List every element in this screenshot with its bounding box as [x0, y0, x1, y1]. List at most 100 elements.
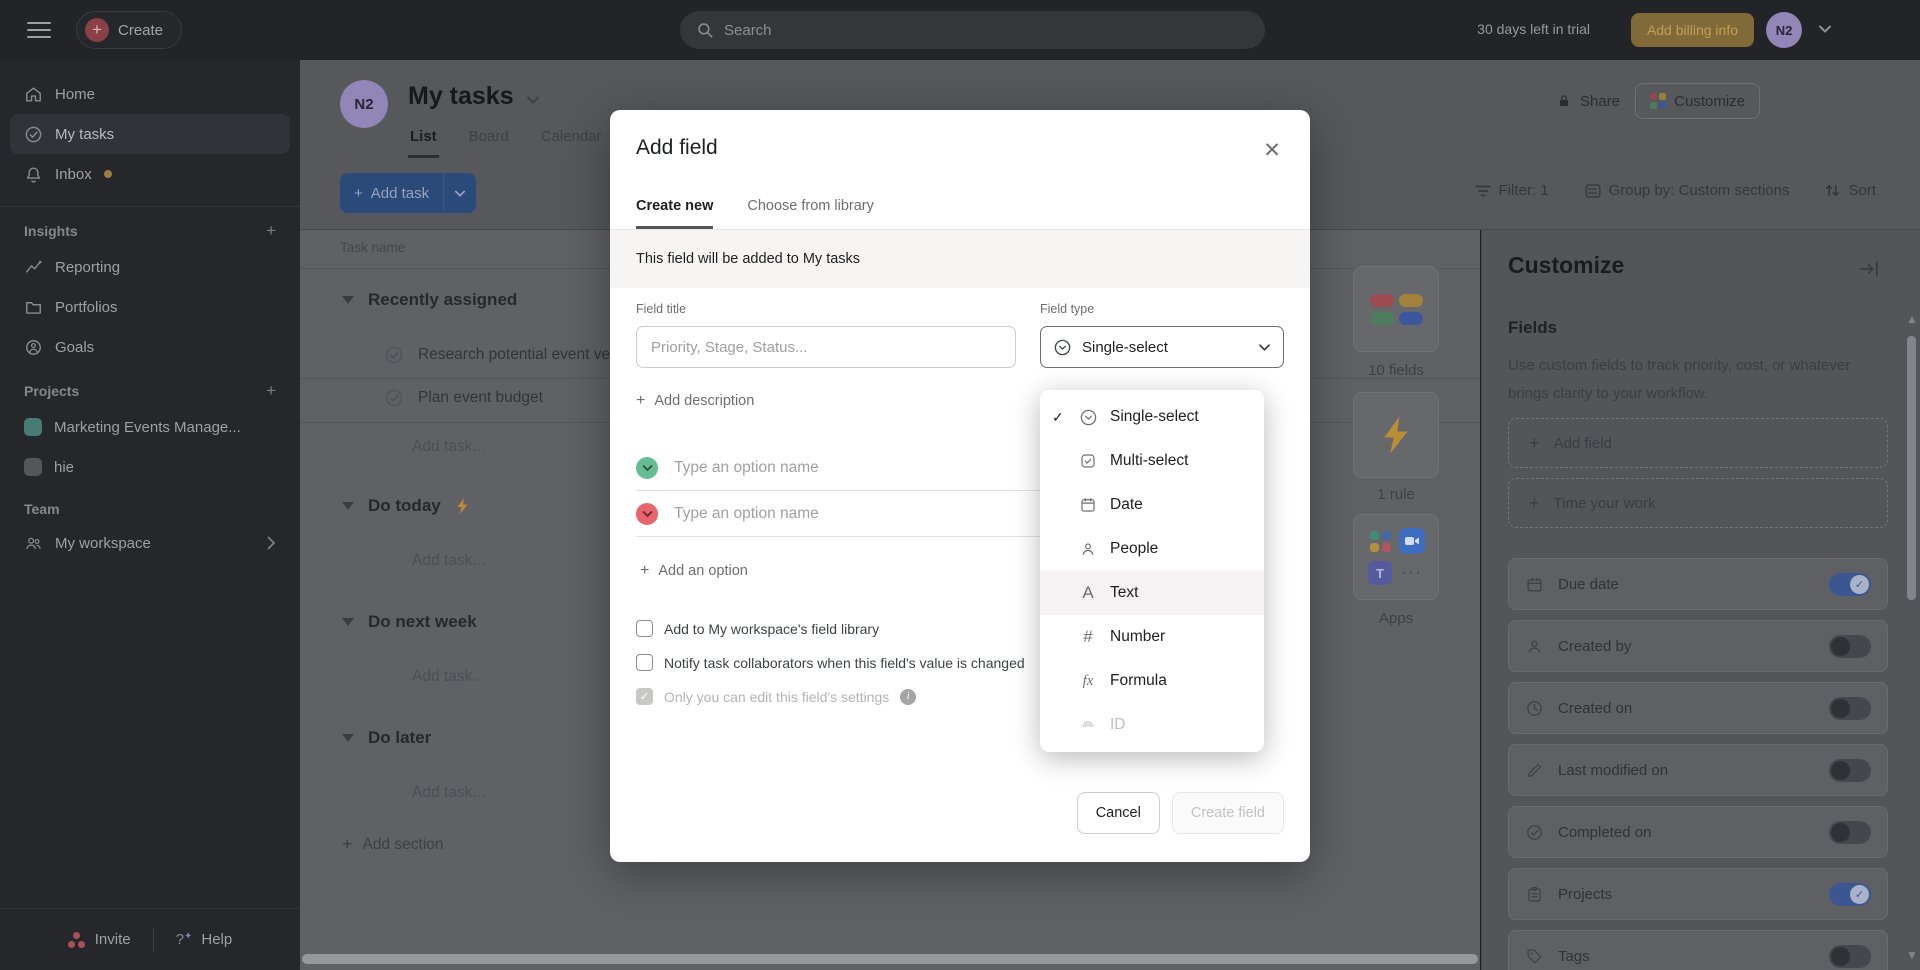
dropdown-item-text[interactable]: A Text: [1040, 571, 1264, 615]
sidebar-item-project-hie[interactable]: hie: [10, 447, 290, 487]
collapse-triangle-icon[interactable]: [342, 618, 354, 626]
add-task-row[interactable]: Add task...: [412, 668, 485, 686]
sidebar-item-project-marketing[interactable]: Marketing Events Manage...: [10, 407, 290, 447]
plus-icon: +: [342, 834, 353, 854]
sidebar-section-projects: Projects +: [24, 381, 276, 401]
sidebar-item-portfolios[interactable]: Marketing Events Manage... Portfolios: [10, 287, 290, 327]
task-name[interactable]: Plan event budget: [418, 389, 543, 407]
share-button[interactable]: Share: [1556, 83, 1620, 119]
projects-toggle[interactable]: ✓: [1829, 882, 1871, 906]
created-by-toggle[interactable]: [1829, 634, 1871, 658]
add-task-button[interactable]: + Add task: [340, 173, 477, 213]
page-title[interactable]: My tasks: [408, 82, 540, 111]
create-field-button[interactable]: Create field: [1171, 792, 1284, 834]
dropdown-item-people[interactable]: People: [1040, 527, 1264, 571]
collapse-triangle-icon[interactable]: [342, 734, 354, 742]
option-color-swatch-green[interactable]: [636, 457, 658, 479]
tab-create-new[interactable]: Create new: [636, 198, 714, 229]
apps-preview-card[interactable]: T ···: [1353, 514, 1439, 600]
account-chevron-down-icon[interactable]: [1818, 24, 1832, 34]
add-task-dropdown-chevron[interactable]: [443, 173, 476, 213]
dropdown-item-formula[interactable]: fx Formula: [1040, 659, 1264, 703]
dropdown-item-date[interactable]: Date: [1040, 483, 1264, 527]
scrollbar-down-arrow[interactable]: ▼: [1906, 948, 1918, 962]
plus-icon: +: [85, 18, 109, 42]
tab-calendar[interactable]: Calendar: [539, 122, 604, 158]
task-row[interactable]: Research potential event ve: [384, 345, 610, 365]
collapse-triangle-icon[interactable]: [342, 296, 354, 304]
project-color-swatch: [24, 458, 42, 476]
cancel-button[interactable]: Cancel: [1076, 792, 1160, 834]
due-date-toggle[interactable]: ✓: [1829, 572, 1871, 596]
sidebar-item-my-workspace[interactable]: My workspace: [10, 523, 290, 563]
customize-button[interactable]: Customize: [1635, 83, 1760, 119]
task-name[interactable]: Research potential event ve: [418, 346, 610, 364]
collapse-panel-icon[interactable]: [1858, 258, 1880, 280]
field-type-dropdown: ✓ Single-select Multi-select Date People…: [1040, 390, 1264, 752]
collapse-triangle-icon[interactable]: [342, 502, 354, 510]
section-title-label: Do later: [368, 728, 432, 747]
dropdown-item-single-select[interactable]: ✓ Single-select: [1040, 395, 1264, 439]
view-tabs: List Board Calendar: [408, 122, 604, 158]
search-input[interactable]: Search: [680, 11, 1265, 49]
group-by-button[interactable]: Group by: Custom sections: [1585, 182, 1789, 199]
sidebar-item-goals[interactable]: Goals: [10, 327, 290, 367]
add-insight-icon[interactable]: +: [266, 221, 276, 241]
sidebar-item-reporting[interactable]: Reporting: [10, 247, 290, 287]
sidebar-item-my-tasks[interactable]: My tasks: [10, 114, 290, 154]
customize-panel: Customize Fields Use custom fields to tr…: [1481, 230, 1920, 970]
task-check-circle-icon[interactable]: [384, 388, 404, 408]
sort-label: Sort: [1848, 182, 1876, 199]
time-your-work-button[interactable]: + Time your work: [1508, 478, 1888, 528]
tab-board[interactable]: Board: [467, 122, 511, 158]
horizontal-scrollbar[interactable]: [302, 954, 1478, 964]
vertical-scrollbar[interactable]: [1907, 336, 1916, 600]
checkbox-unchecked[interactable]: [636, 620, 653, 637]
fields-count-label: 10 fields: [1368, 362, 1424, 379]
invite-button[interactable]: Invite: [67, 931, 131, 948]
sidebar-item-label: My workspace: [55, 534, 151, 552]
completed-on-toggle[interactable]: [1829, 820, 1871, 844]
tags-toggle[interactable]: [1829, 944, 1871, 968]
created-on-toggle[interactable]: [1829, 696, 1871, 720]
sort-button[interactable]: Sort: [1825, 182, 1876, 199]
tab-list[interactable]: List: [408, 122, 439, 158]
field-type-label: Field type: [1040, 302, 1095, 316]
add-option-button[interactable]: + Add an option: [640, 562, 748, 580]
apps-icons: T ···: [1367, 528, 1425, 586]
rules-preview-card[interactable]: [1353, 392, 1439, 478]
filter-button[interactable]: Filter: 1: [1474, 182, 1549, 199]
add-task-row[interactable]: Add task...: [412, 784, 485, 802]
add-task-row[interactable]: Add task...: [412, 552, 485, 570]
add-project-icon[interactable]: +: [266, 381, 276, 401]
option-color-swatch-red[interactable]: [636, 503, 658, 525]
multi-select-icon: [1076, 452, 1100, 470]
dropdown-item-number[interactable]: # Number: [1040, 615, 1264, 659]
lock-icon: [1559, 95, 1568, 106]
task-row[interactable]: Plan event budget: [384, 388, 543, 408]
fields-preview-card[interactable]: [1353, 266, 1439, 352]
dropdown-item-multi-select[interactable]: Multi-select: [1040, 439, 1264, 483]
create-button[interactable]: + Create: [76, 11, 183, 49]
sidebar-section-title: Insights: [24, 223, 78, 239]
help-button[interactable]: ?✦ Help: [176, 931, 233, 948]
column-header-task-name[interactable]: Task name: [340, 240, 405, 255]
last-modified-toggle[interactable]: [1829, 758, 1871, 782]
checkbox-unchecked[interactable]: [636, 654, 653, 671]
add-description-button[interactable]: + Add description: [636, 392, 754, 410]
field-title-input[interactable]: [636, 326, 1016, 368]
scrollbar-up-arrow[interactable]: ▲: [1906, 312, 1918, 326]
sidebar-item-home[interactable]: Home: [10, 74, 290, 114]
tab-choose-from-library[interactable]: Choose from library: [747, 198, 874, 229]
add-field-button[interactable]: + Add field: [1508, 418, 1888, 468]
add-billing-info-button[interactable]: Add billing info: [1630, 13, 1754, 47]
add-task-row[interactable]: Add task...: [412, 438, 485, 456]
hamburger-menu-icon[interactable]: [26, 18, 52, 42]
chevron-right-icon: [267, 536, 276, 550]
sidebar-item-inbox[interactable]: Inbox: [10, 154, 290, 194]
field-type-select[interactable]: Single-select: [1040, 326, 1284, 368]
add-section-button[interactable]: + Add section: [342, 834, 444, 855]
task-check-circle-icon[interactable]: [384, 345, 404, 365]
user-avatar[interactable]: N2: [1766, 12, 1802, 48]
close-icon[interactable]: ✕: [1256, 134, 1288, 166]
